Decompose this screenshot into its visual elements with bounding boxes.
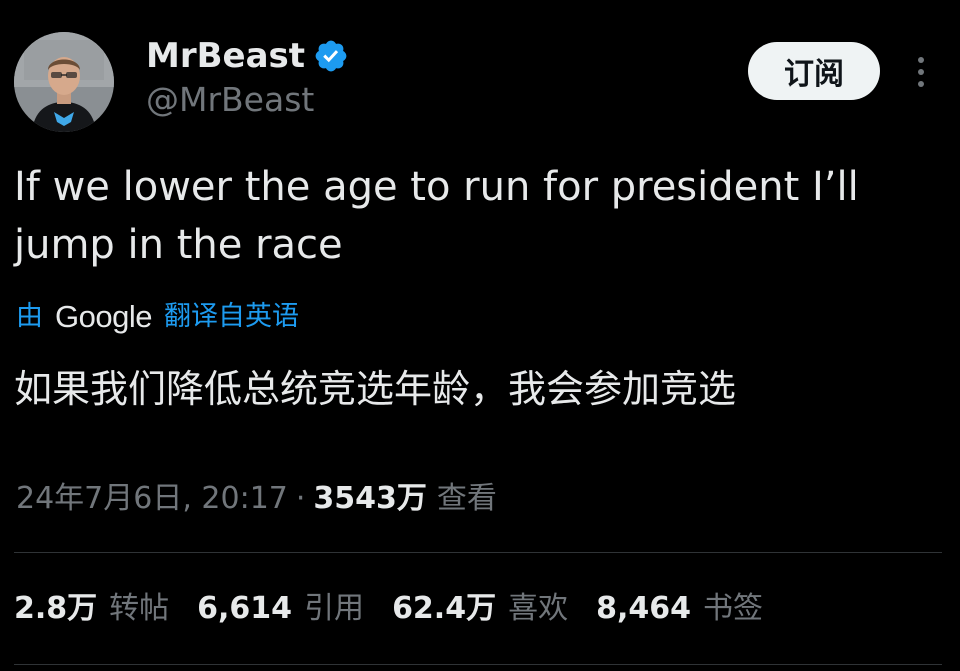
- likes-count: 62.4万: [392, 591, 497, 626]
- more-vertical-icon[interactable]: [908, 52, 934, 92]
- likes-label: 喜欢: [508, 591, 569, 626]
- verified-badge-icon: [315, 40, 347, 72]
- divider: [14, 552, 942, 553]
- tweet-timestamp[interactable]: 24年7月6日, 20:17: [16, 476, 288, 522]
- quotes-stat[interactable]: 6,614 引用: [197, 586, 364, 632]
- views-count: 3543万: [313, 481, 427, 516]
- bookmarks-stat[interactable]: 8,464 书签: [596, 586, 763, 632]
- avatar[interactable]: [14, 32, 114, 132]
- bookmarks-count: 8,464: [596, 591, 691, 626]
- bookmarks-label: 书签: [703, 591, 763, 626]
- avatar-image: [14, 32, 114, 132]
- google-logo: Google: [55, 299, 152, 334]
- translation-suffix[interactable]: 翻译自英语: [164, 296, 299, 338]
- tweet-text: If we lower the age to run for president…: [14, 164, 859, 268]
- quotes-count: 6,614: [197, 591, 293, 626]
- translation-attribution[interactable]: 由 Google 翻译自英语: [16, 296, 299, 338]
- views-label: 查看: [436, 481, 497, 516]
- engagement-stats: 2.8万 转帖 6,614 引用 62.4万 喜欢 8,464 书签: [14, 586, 791, 632]
- author-display-name[interactable]: MrBeast: [146, 36, 305, 76]
- translated-tweet-text: 如果我们降低总统竞选年龄，我会参加竞选: [14, 367, 737, 411]
- reposts-count: 2.8万: [14, 591, 98, 626]
- quotes-label: 引用: [304, 591, 365, 626]
- translation-prefix: 由: [16, 301, 43, 332]
- subscribe-button[interactable]: 订阅: [748, 42, 880, 100]
- tweet-meta: 24年7月6日, 20:17 · 3543万 查看: [16, 476, 497, 522]
- meta-separator: ·: [295, 481, 306, 516]
- reposts-label: 转帖: [109, 591, 170, 626]
- bottom-divider: [14, 664, 942, 665]
- reposts-stat[interactable]: 2.8万 转帖: [14, 586, 169, 632]
- author-handle[interactable]: @MrBeast: [146, 80, 314, 120]
- author-name-row[interactable]: MrBeast: [146, 36, 349, 76]
- likes-stat[interactable]: 62.4万 喜欢: [392, 586, 568, 632]
